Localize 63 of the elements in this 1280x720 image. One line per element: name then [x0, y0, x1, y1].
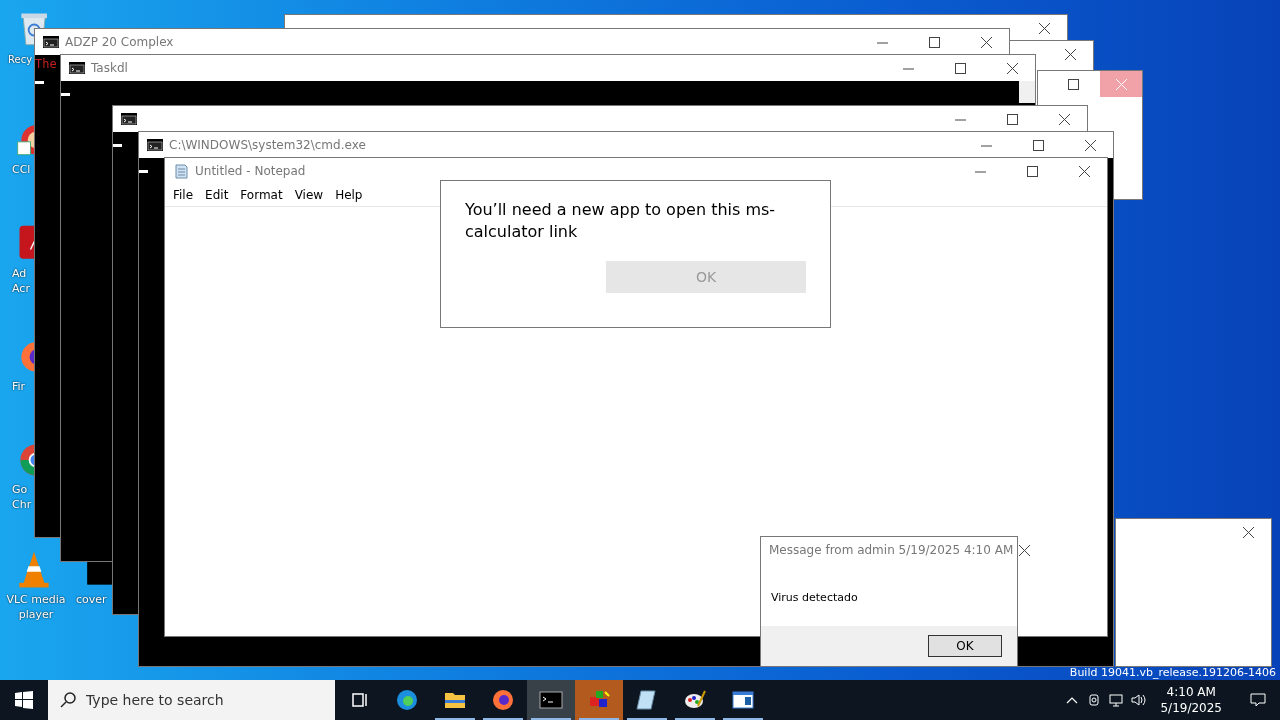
- folder-icon: [445, 693, 465, 708]
- icon-label[interactable]: Chr: [12, 497, 32, 512]
- window-icon: [732, 691, 754, 709]
- message-text: Virus detectado: [770, 590, 859, 606]
- icon-label[interactable]: CCl: [12, 162, 31, 177]
- console-icon: [121, 113, 137, 125]
- close-icon: [1064, 48, 1076, 60]
- icon-label[interactable]: Acr: [12, 281, 30, 296]
- maximize-icon: [954, 62, 966, 74]
- menu-item[interactable]: View: [288, 186, 330, 204]
- close-icon: [980, 36, 992, 48]
- palette-icon: [685, 690, 706, 708]
- menu-item[interactable]: Help: [329, 186, 369, 204]
- console-icon: [147, 139, 163, 151]
- vlc-icon: [19, 551, 49, 588]
- close-icon: [1038, 22, 1050, 34]
- window-title: Untitled - Notepad: [195, 164, 307, 178]
- close-icon: [1242, 526, 1254, 538]
- close-icon: [1058, 113, 1070, 125]
- maximize-icon: [1067, 78, 1079, 90]
- clock[interactable]: 4:10 AM 5/19/2025: [1152, 684, 1230, 716]
- close-icon: [1115, 78, 1127, 90]
- maximize-icon: [1032, 139, 1044, 151]
- window-title: Message from admin 5/19/2025 4:10 AM: [769, 543, 1014, 557]
- icon-label[interactable]: Fir: [12, 379, 26, 394]
- window-title: C:\WINDOWS\system32\cmd.exe: [169, 138, 367, 152]
- ok-button[interactable]: OK: [928, 635, 1002, 657]
- notepad-icon: [636, 690, 656, 710]
- window-title: Taskdl: [91, 61, 129, 75]
- notepad-icon: [173, 163, 189, 179]
- close-icon: [1006, 62, 1018, 74]
- build-text: Build 19041.vb_release.191206-1406: [1069, 666, 1276, 679]
- cubes-icon: [590, 691, 610, 707]
- search-field[interactable]: Type here to search: [48, 680, 335, 720]
- icon-label[interactable]: VLC media: [6, 592, 66, 607]
- scrollbar[interactable]: [1019, 81, 1035, 103]
- windows-logo-icon: [15, 691, 33, 709]
- volume-icon[interactable]: [1130, 692, 1147, 708]
- close-icon: [1084, 139, 1096, 151]
- icon-label[interactable]: Ad: [12, 266, 27, 281]
- dialog-message: You’ll need a new app to open this ms-calculator link: [465, 199, 777, 243]
- notification-icon[interactable]: [1250, 692, 1266, 708]
- task-view-icon: [352, 693, 367, 707]
- edge-icon: [397, 690, 417, 710]
- close-icon: [1078, 165, 1090, 177]
- maximize-icon: [928, 36, 940, 48]
- console-icon: [69, 62, 85, 74]
- icon-label[interactable]: cover: [76, 592, 107, 607]
- menu-item[interactable]: Edit: [199, 186, 235, 204]
- icon-label[interactable]: Recy: [8, 52, 33, 67]
- menu-item[interactable]: File: [167, 186, 200, 204]
- network-icon[interactable]: [1108, 692, 1125, 708]
- close-icon: [1019, 544, 1031, 556]
- menu-item[interactable]: Format: [234, 186, 289, 204]
- console-text: The: [35, 57, 57, 71]
- firefox-icon: [493, 690, 513, 710]
- icon-label[interactable]: Go: [12, 482, 28, 497]
- maximize-icon: [1006, 113, 1018, 125]
- maximize-icon: [1026, 165, 1038, 177]
- window-title: ADZP 20 Complex: [65, 35, 175, 49]
- console-icon: [43, 36, 59, 48]
- console-icon: [539, 691, 563, 709]
- icon-label[interactable]: player: [6, 607, 66, 622]
